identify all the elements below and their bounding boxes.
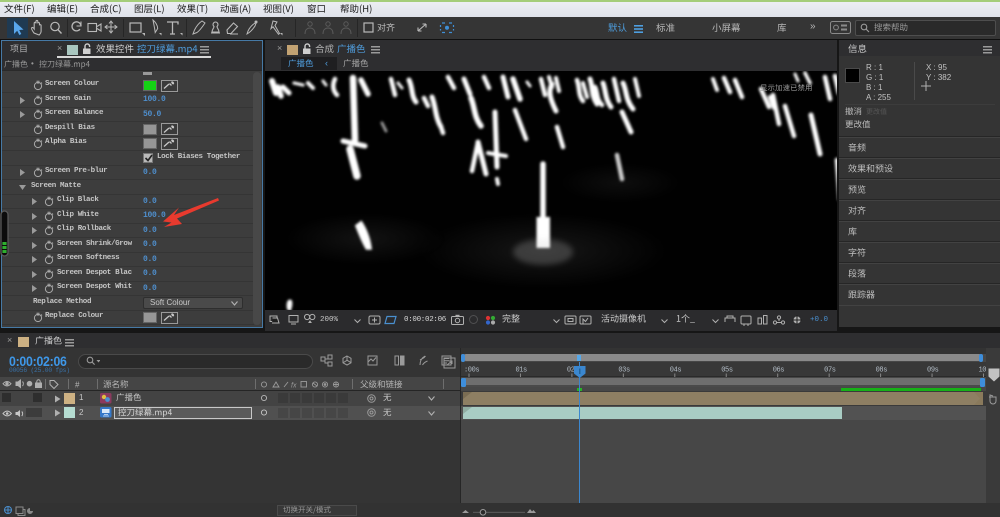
svg-text::00s: :00s bbox=[464, 366, 479, 374]
svg-text:fx: fx bbox=[291, 383, 297, 390]
svg-text:04s: 04s bbox=[670, 366, 682, 374]
svg-text:03s: 03s bbox=[618, 366, 630, 374]
svg-text:07s: 07s bbox=[824, 366, 836, 374]
svg-text:05s: 05s bbox=[721, 366, 733, 374]
svg-text:01s: 01s bbox=[515, 366, 527, 374]
svg-text:06s: 06s bbox=[773, 366, 785, 374]
svg-text:#: # bbox=[75, 381, 80, 390]
svg-text:08s: 08s bbox=[876, 366, 888, 374]
svg-text:09s: 09s bbox=[927, 366, 939, 374]
svg-text:10s: 10s bbox=[979, 366, 987, 374]
